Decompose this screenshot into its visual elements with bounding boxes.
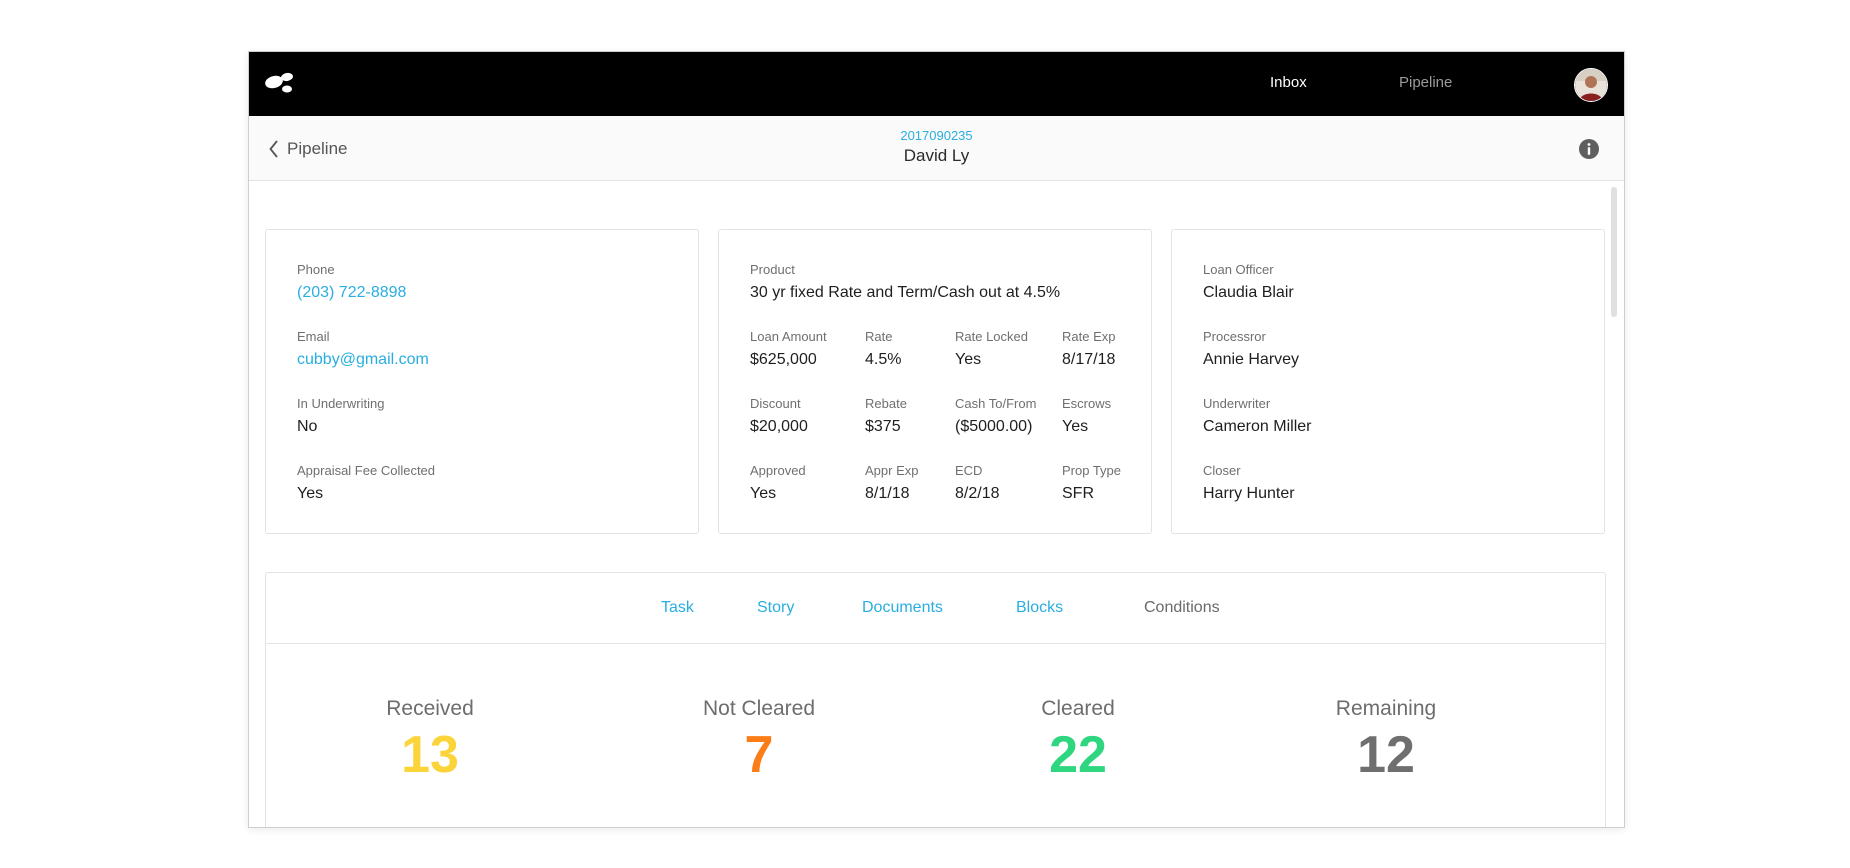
- stat-remaining-value: 12: [1357, 726, 1415, 784]
- ecd-value: 8/2/18: [955, 485, 1000, 502]
- tab-blocks[interactable]: Blocks: [1016, 599, 1063, 617]
- stat-not-cleared-label: Not Cleared: [702, 697, 816, 720]
- appraisal-field: Appraisal Fee Collected Yes: [297, 463, 435, 504]
- loan-details-card: Product 30 yr fixed Rate and Term/Cash o…: [718, 229, 1152, 534]
- discount-field: Discount $20,000: [750, 396, 808, 437]
- prop-type-value: SFR: [1062, 485, 1094, 502]
- rate-locked-label: Rate Locked: [955, 329, 1028, 344]
- appraisal-label: Appraisal Fee Collected: [297, 463, 436, 478]
- avatar-image: [1575, 69, 1607, 101]
- approved-value: Yes: [750, 485, 777, 502]
- stat-remaining: Remaining 12: [1266, 697, 1506, 783]
- info-icon[interactable]: [1579, 139, 1599, 159]
- tab-conditions[interactable]: Conditions: [1144, 599, 1220, 617]
- stat-cleared-value: 22: [1049, 726, 1107, 784]
- phone-link[interactable]: (203) 722-8898: [297, 283, 406, 303]
- cash-value: ($5000.00): [955, 418, 1033, 435]
- closer-field: Closer Harry Hunter: [1203, 463, 1295, 504]
- phone-field: Phone (203) 722-8898: [297, 262, 406, 303]
- product-value: 30 yr fixed Rate and Term/Cash out at 4.…: [750, 284, 1061, 301]
- stat-remaining-label: Remaining: [1335, 697, 1437, 720]
- logo-icon[interactable]: [263, 70, 297, 98]
- email-link[interactable]: cubby@gmail.com: [297, 350, 429, 370]
- ecd-field: ECD 8/2/18: [955, 463, 999, 504]
- loan-officer-field: Loan Officer Claudia Blair: [1203, 262, 1294, 303]
- stat-not-cleared-value: 7: [744, 726, 774, 784]
- underwriting-value: No: [297, 418, 318, 435]
- rebate-field: Rebate $375: [865, 396, 907, 437]
- tab-task[interactable]: Task: [661, 599, 694, 617]
- stat-received: Received 13: [310, 697, 550, 783]
- rate-exp-field: Rate Exp 8/17/18: [1062, 329, 1115, 370]
- rate-locked-field: Rate Locked Yes: [955, 329, 1028, 370]
- loan-amount-field: Loan Amount $625,000: [750, 329, 827, 370]
- rate-locked-value: Yes: [955, 351, 982, 368]
- loan-officer-label: Loan Officer: [1203, 262, 1274, 277]
- loan-amount-label: Loan Amount: [750, 329, 827, 344]
- appraisal-value: Yes: [297, 485, 324, 502]
- ecd-label: ECD: [955, 463, 983, 478]
- approved-field: Approved Yes: [750, 463, 806, 504]
- stat-not-cleared: Not Cleared 7: [639, 697, 879, 783]
- rate-label: Rate: [865, 329, 893, 344]
- user-avatar[interactable]: [1574, 68, 1608, 102]
- phone-label: Phone: [297, 262, 335, 277]
- underwriting-label: In Underwriting: [297, 396, 385, 411]
- underwriter-field: Underwriter Cameron Miller: [1203, 396, 1311, 437]
- processor-value: Annie Harvey: [1203, 351, 1300, 368]
- processor-field: Processror Annie Harvey: [1203, 329, 1299, 370]
- email-label: Email: [297, 329, 330, 344]
- cash-label: Cash To/From: [955, 396, 1037, 411]
- stat-received-value: 13: [401, 726, 459, 784]
- processor-label: Processror: [1203, 329, 1266, 344]
- nav-inbox[interactable]: Inbox: [1270, 74, 1307, 91]
- loan-header: Pipeline 2017090235 David Ly: [249, 116, 1624, 181]
- escrows-label: Escrows: [1062, 396, 1112, 411]
- tab-bar: Task Story Documents Blocks Conditions: [266, 573, 1605, 644]
- product-field: Product 30 yr fixed Rate and Term/Cash o…: [750, 262, 1060, 303]
- product-label: Product: [750, 262, 795, 277]
- top-navigation-bar: Inbox Pipeline: [249, 52, 1624, 116]
- closer-label: Closer: [1203, 463, 1241, 478]
- appr-exp-label: Appr Exp: [865, 463, 919, 478]
- underwriter-value: Cameron Miller: [1203, 418, 1312, 435]
- scrollbar-thumb[interactable]: [1611, 187, 1617, 317]
- prop-type-field: Prop Type SFR: [1062, 463, 1121, 504]
- app-window: Inbox Pipeline Pipeline 2017090235 David…: [248, 51, 1625, 828]
- rate-exp-label: Rate Exp: [1062, 329, 1116, 344]
- appr-exp-value: 8/1/18: [865, 485, 910, 502]
- rebate-label: Rebate: [865, 396, 907, 411]
- nav-pipeline[interactable]: Pipeline: [1399, 74, 1452, 91]
- stat-cleared: Cleared 22: [958, 697, 1198, 783]
- escrows-value: Yes: [1062, 418, 1089, 435]
- rebate-value: $375: [865, 418, 901, 435]
- cash-field: Cash To/From ($5000.00): [955, 396, 1036, 437]
- underwriter-label: Underwriter: [1203, 396, 1271, 411]
- tab-documents[interactable]: Documents: [862, 599, 943, 617]
- closer-value: Harry Hunter: [1203, 485, 1295, 502]
- contact-card: Phone (203) 722-8898 Email cubby@gmail.c…: [265, 229, 699, 534]
- stat-received-label: Received: [386, 697, 474, 720]
- discount-value: $20,000: [750, 418, 808, 435]
- underwriting-field: In Underwriting No: [297, 396, 384, 437]
- appr-exp-field: Appr Exp 8/1/18: [865, 463, 918, 504]
- rate-exp-value: 8/17/18: [1062, 351, 1116, 368]
- loan-number: 2017090235: [900, 128, 973, 143]
- rate-value: 4.5%: [865, 351, 902, 368]
- loan-amount-value: $625,000: [750, 351, 817, 368]
- team-card: Loan Officer Claudia Blair Processror An…: [1171, 229, 1605, 534]
- escrows-field: Escrows Yes: [1062, 396, 1111, 437]
- tab-story[interactable]: Story: [757, 599, 794, 617]
- prop-type-label: Prop Type: [1062, 463, 1122, 478]
- conditions-panel: Task Story Documents Blocks Conditions R…: [265, 572, 1606, 827]
- email-field: Email cubby@gmail.com: [297, 329, 429, 370]
- stat-cleared-label: Cleared: [1041, 697, 1115, 720]
- rate-field: Rate 4.5%: [865, 329, 901, 370]
- loan-officer-value: Claudia Blair: [1203, 284, 1294, 301]
- approved-label: Approved: [750, 463, 806, 478]
- borrower-name: David Ly: [903, 146, 970, 165]
- discount-label: Discount: [750, 396, 801, 411]
